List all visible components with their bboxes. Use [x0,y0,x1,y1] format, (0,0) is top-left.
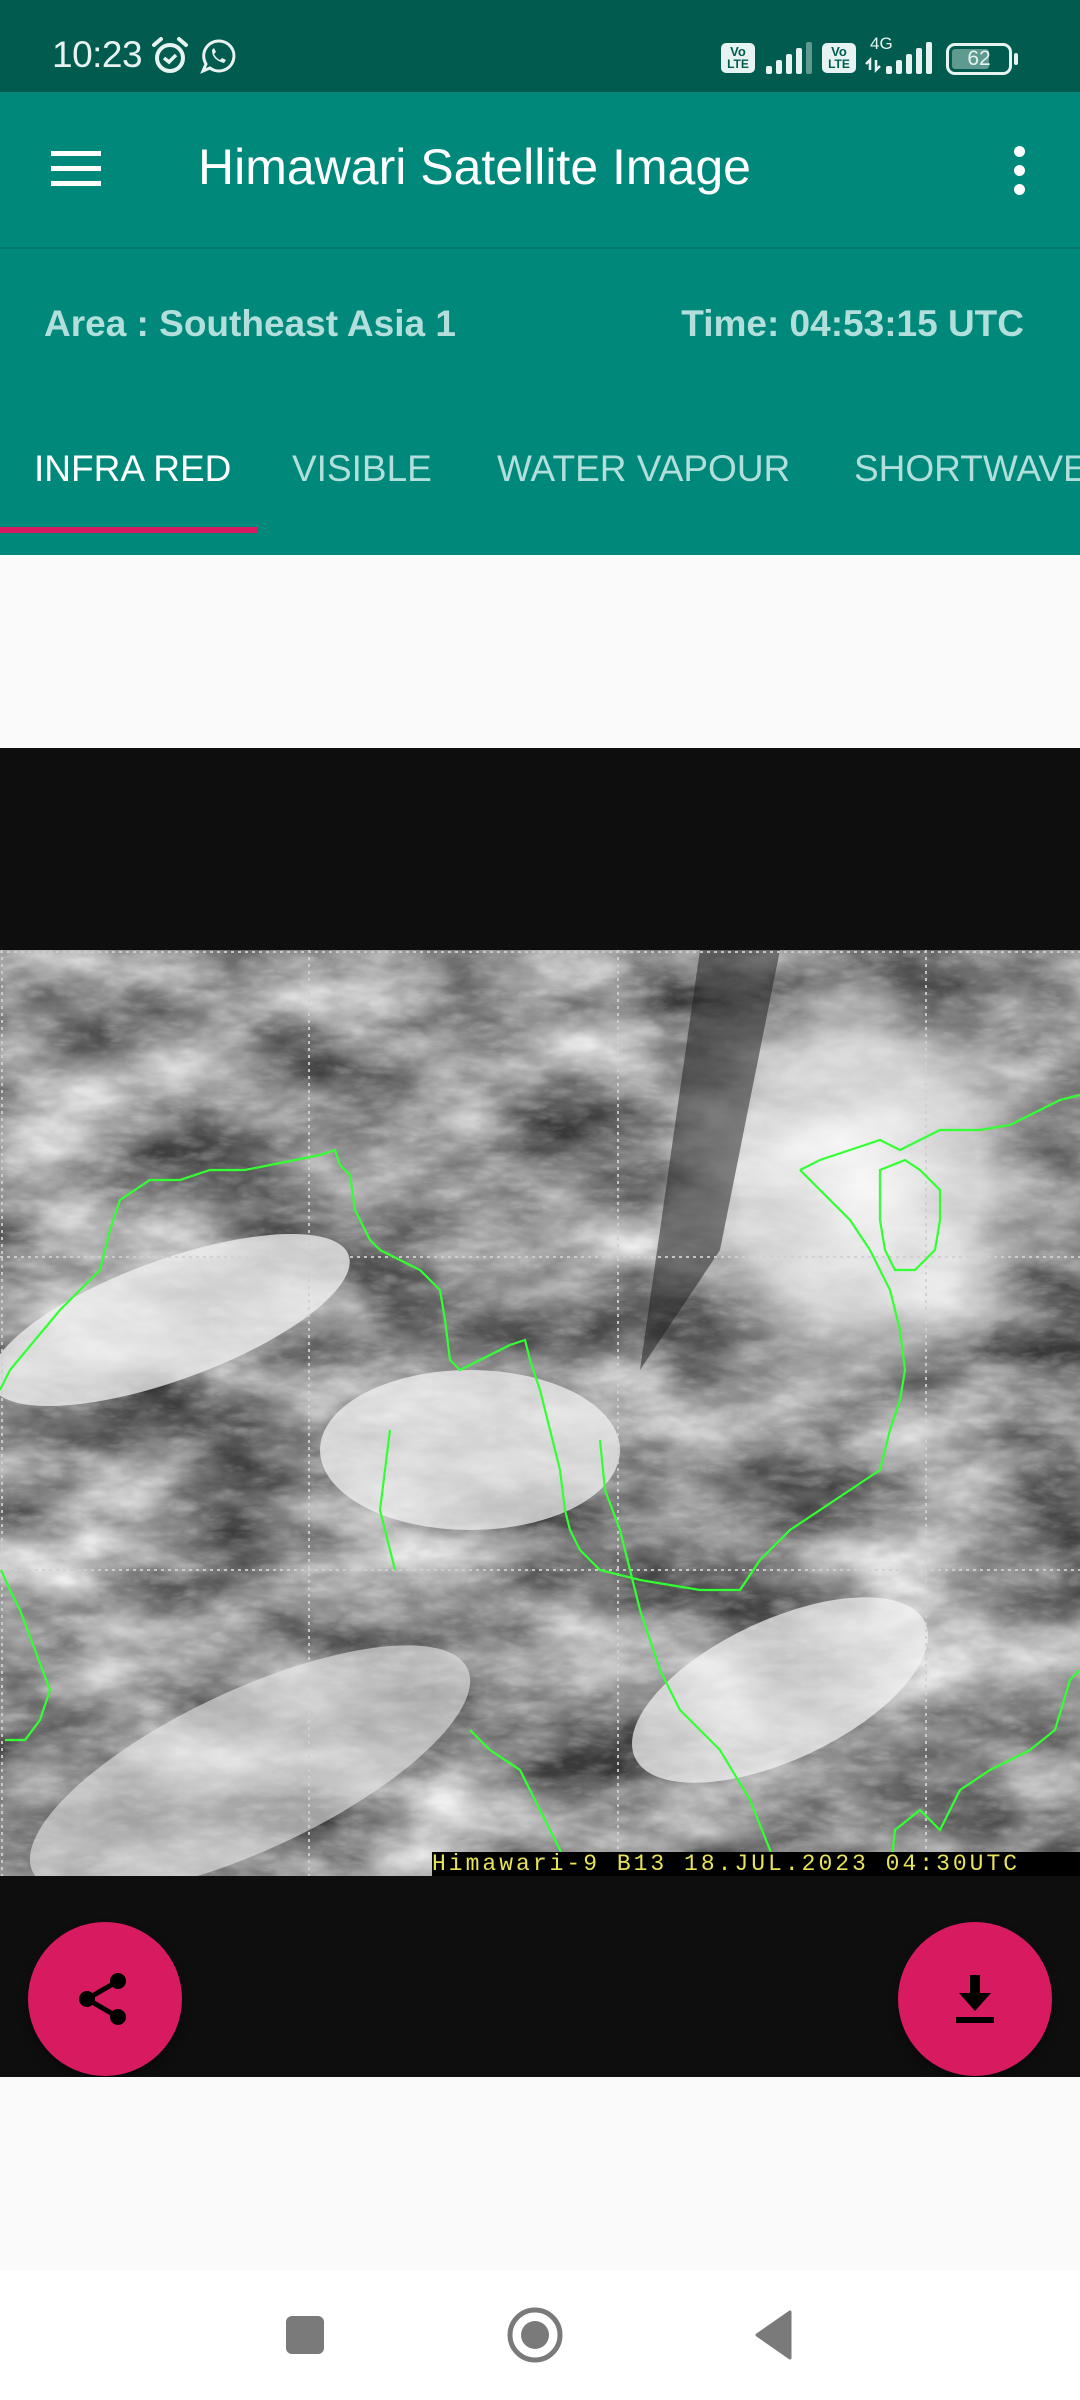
status-time: 10:23 [52,34,143,75]
hamburger-menu-icon[interactable] [40,140,110,200]
volte-icon: Vo LTE [822,43,856,73]
back-icon[interactable] [735,2300,805,2370]
volte-label: Vo [730,44,746,59]
system-nav-bar [0,2270,1080,2400]
satellite-image[interactable]: Himawari-9 B13 18.JUL.2023 04:30UTC [0,950,1080,1876]
battery-icon: 62 [946,43,1018,75]
tab-infra-red[interactable]: INFRA RED [34,448,231,490]
image-viewer[interactable]: Himawari-9 B13 18.JUL.2023 04:30UTC [0,748,1080,2077]
spacer-bottom [0,2077,1080,2270]
volte-label: LTE [727,57,749,71]
tab-indicator [0,527,258,533]
time-label: Time: 04:53:15 UTC [681,303,1024,344]
volte-label: Vo [831,44,847,59]
satellite-image-graphic [0,950,1080,1876]
whatsapp-icon [200,39,236,74]
info-row: Area : Southeast Asia 1 Time: 04:53:15 U… [0,249,1080,400]
recents-icon[interactable] [270,2300,340,2370]
app-title: Himawari Satellite Image [198,139,751,195]
tab-water-vapour[interactable]: WATER VAPOUR [497,448,790,490]
volte-label: LTE [828,57,850,71]
4g-signal-icon [865,42,932,74]
battery-level: 62 [967,47,991,70]
status-bar: 10:23 Vo LTE Vo LTE 4G 62 [0,0,1080,92]
more-vertical-icon[interactable] [1000,140,1040,200]
volte-icon: Vo LTE [721,43,755,73]
alarm-icon [152,37,188,73]
image-caption: Himawari-9 B13 18.JUL.2023 04:30UTC [432,1852,1080,1876]
signal-icon [766,42,812,74]
tab-visible[interactable]: VISIBLE [292,448,432,490]
download-icon [956,1975,994,2023]
app-bar: Himawari Satellite Image [0,92,1080,249]
tab-bar: INFRA RED VISIBLE WATER VAPOUR SHORTWAVE [0,400,1080,555]
tab-shortwave[interactable]: SHORTWAVE [854,448,1080,490]
area-label: Area : Southeast Asia 1 [44,303,456,344]
home-icon[interactable] [500,2300,570,2370]
download-button[interactable] [898,1922,1052,2076]
share-button[interactable] [28,1922,182,2076]
share-icon [79,1973,126,2025]
spacer-top [0,555,1080,748]
